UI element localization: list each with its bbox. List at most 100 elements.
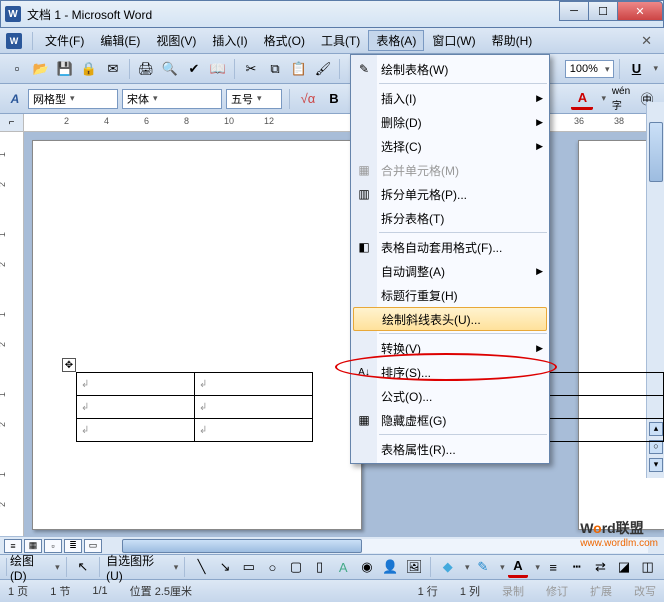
autoshapes-button[interactable]: 自选图形(U) [106, 552, 167, 583]
fill-color-icon[interactable]: ◆ [437, 556, 458, 578]
horizontal-scrollbar[interactable] [122, 539, 648, 553]
status-revision[interactable]: 修订 [546, 583, 568, 599]
3d-icon[interactable]: ◫ [637, 556, 658, 578]
menu-table[interactable]: 表格(A) [368, 30, 424, 51]
menu-autofit-sub[interactable]: 自动调整(A)▶ [351, 259, 549, 283]
wordart-icon[interactable]: A [333, 556, 354, 578]
oval-icon[interactable]: ○ [262, 556, 283, 578]
table-cell[interactable]: ↲ [195, 419, 313, 442]
cut-icon[interactable]: ✂ [240, 58, 262, 80]
character-scaling-icon[interactable]: wén字 [610, 88, 632, 110]
table-cell[interactable]: ↲ [77, 396, 195, 419]
line-color-icon[interactable]: ✎ [473, 556, 494, 578]
menu-file[interactable]: 文件(F) [37, 30, 92, 51]
new-icon[interactable]: ▫ [6, 58, 28, 80]
document-page[interactable] [32, 140, 362, 530]
dash-style-icon[interactable]: ┅ [566, 556, 587, 578]
table-cell[interactable] [545, 419, 664, 442]
select-objects-icon[interactable]: ↖ [73, 556, 94, 578]
vtextbox-icon[interactable]: ▯ [309, 556, 330, 578]
menu-split-table[interactable]: 拆分表格(T) [351, 206, 549, 230]
table-cell[interactable] [545, 373, 664, 396]
vertical-ruler[interactable]: 1 2 1 2 1 2 1 2 1 2 [0, 132, 24, 536]
next-page-button[interactable]: ▾ [649, 458, 663, 472]
menu-autoformat[interactable]: ◧表格自动套用格式(F)... [351, 235, 549, 259]
underline-dropdown[interactable]: ▾ [653, 63, 658, 74]
scrollbar-thumb[interactable] [649, 122, 663, 182]
style-dropdown[interactable]: 网格型▾ [28, 89, 118, 109]
diagram-icon[interactable]: ◉ [357, 556, 378, 578]
underline-icon[interactable]: U [625, 58, 647, 80]
status-overwrite[interactable]: 改写 [634, 583, 656, 599]
table-cell[interactable]: ↲ [77, 373, 195, 396]
menu-window[interactable]: 窗口(W) [424, 30, 483, 51]
font-dropdown[interactable]: 宋体▾ [122, 89, 222, 109]
close-doc-button[interactable]: ✕ [635, 31, 658, 51]
draw-menu-button[interactable]: 绘图(D) [10, 552, 48, 583]
menu-select-sub[interactable]: 选择(C)▶ [351, 134, 549, 158]
menu-help[interactable]: 帮助(H) [484, 30, 541, 51]
table-cell[interactable]: ↲ [77, 419, 195, 442]
print-icon[interactable]: 🖨 [135, 58, 157, 80]
paste-icon[interactable]: 📋 [288, 58, 310, 80]
table-cell[interactable]: ↲ [195, 373, 313, 396]
menu-sort[interactable]: A↓排序(S)... [351, 360, 549, 384]
format-painter-icon[interactable]: 🖌 [312, 58, 334, 80]
menu-table-properties[interactable]: 表格属性(R)... [351, 437, 549, 461]
print-layout-button[interactable]: ▫ [44, 539, 62, 553]
reading-view-button[interactable]: ▭ [84, 539, 102, 553]
preview-icon[interactable]: 🔍 [159, 58, 181, 80]
web-view-button[interactable]: ▦ [24, 539, 42, 553]
clipart-icon[interactable]: 👤 [380, 556, 401, 578]
menu-insert[interactable]: 插入(I) [204, 30, 255, 51]
line-icon[interactable]: ╲ [191, 556, 212, 578]
menu-hide-gridlines[interactable]: ▦隐藏虚框(G) [351, 408, 549, 432]
ruler-corner[interactable]: ⌐ [0, 114, 24, 131]
menu-draw-table[interactable]: ✎绘制表格(W) [351, 57, 549, 81]
textbox-icon[interactable]: ▢ [286, 556, 307, 578]
menu-split-cells[interactable]: ▥拆分单元格(P)... [351, 182, 549, 206]
scrollbar-thumb-h[interactable] [122, 539, 362, 553]
menu-edit[interactable]: 编辑(E) [92, 30, 148, 51]
menu-view[interactable]: 视图(V) [148, 30, 204, 51]
menu-formula[interactable]: 公式(O)... [351, 384, 549, 408]
minimize-button[interactable]: ─ [559, 1, 589, 21]
arrow-icon[interactable]: ↘ [215, 556, 236, 578]
browse-object-button[interactable]: ○ [649, 440, 663, 454]
normal-view-button[interactable]: ≡ [4, 539, 22, 553]
open-icon[interactable]: 📂 [30, 58, 52, 80]
maximize-button[interactable]: ☐ [588, 1, 618, 21]
table-move-handle[interactable]: ✥ [62, 358, 76, 372]
rectangle-icon[interactable]: ▭ [238, 556, 259, 578]
menu-insert-sub[interactable]: 插入(I)▶ [351, 86, 549, 110]
menu-delete-sub[interactable]: 删除(D)▶ [351, 110, 549, 134]
mail-icon[interactable]: ✉ [102, 58, 124, 80]
outline-view-button[interactable]: ≣ [64, 539, 82, 553]
menu-convert-sub[interactable]: 转换(V)▶ [351, 336, 549, 360]
shadow-icon[interactable]: ◪ [614, 556, 635, 578]
close-button[interactable]: ✕ [617, 1, 663, 21]
spellcheck-icon[interactable]: ✔ [183, 58, 205, 80]
status-extend[interactable]: 扩展 [590, 583, 612, 599]
equation-icon[interactable]: √α [297, 88, 319, 110]
menu-heading-repeat[interactable]: 标题行重复(H) [351, 283, 549, 307]
line-style-icon[interactable]: ≡ [543, 556, 564, 578]
word-icon[interactable]: W [6, 33, 22, 49]
zoom-input[interactable]: 100% ▾ [565, 60, 615, 78]
table-cell[interactable] [545, 396, 664, 419]
copy-icon[interactable]: ⧉ [264, 58, 286, 80]
font-color-icon[interactable]: A [571, 88, 593, 110]
research-icon[interactable]: 📖 [207, 58, 229, 80]
horizontal-ruler[interactable]: 2 4 6 8 10 12 36 38 [24, 114, 664, 131]
bold-icon[interactable]: B [323, 88, 345, 110]
font-color-dropdown[interactable]: ▾ [601, 93, 606, 104]
picture-icon[interactable]: 🖼 [404, 556, 425, 578]
document-table-right[interactable] [544, 372, 664, 442]
table-cell[interactable]: ↲ [195, 396, 313, 419]
document-table[interactable]: ↲↲ ↲↲ ↲↲ [76, 372, 313, 442]
font-color-icon-2[interactable]: A [508, 556, 529, 578]
save-icon[interactable]: 💾 [54, 58, 76, 80]
menu-format[interactable]: 格式(O) [256, 30, 313, 51]
style-icon[interactable]: A [6, 90, 24, 108]
menu-tools[interactable]: 工具(T) [313, 30, 368, 51]
